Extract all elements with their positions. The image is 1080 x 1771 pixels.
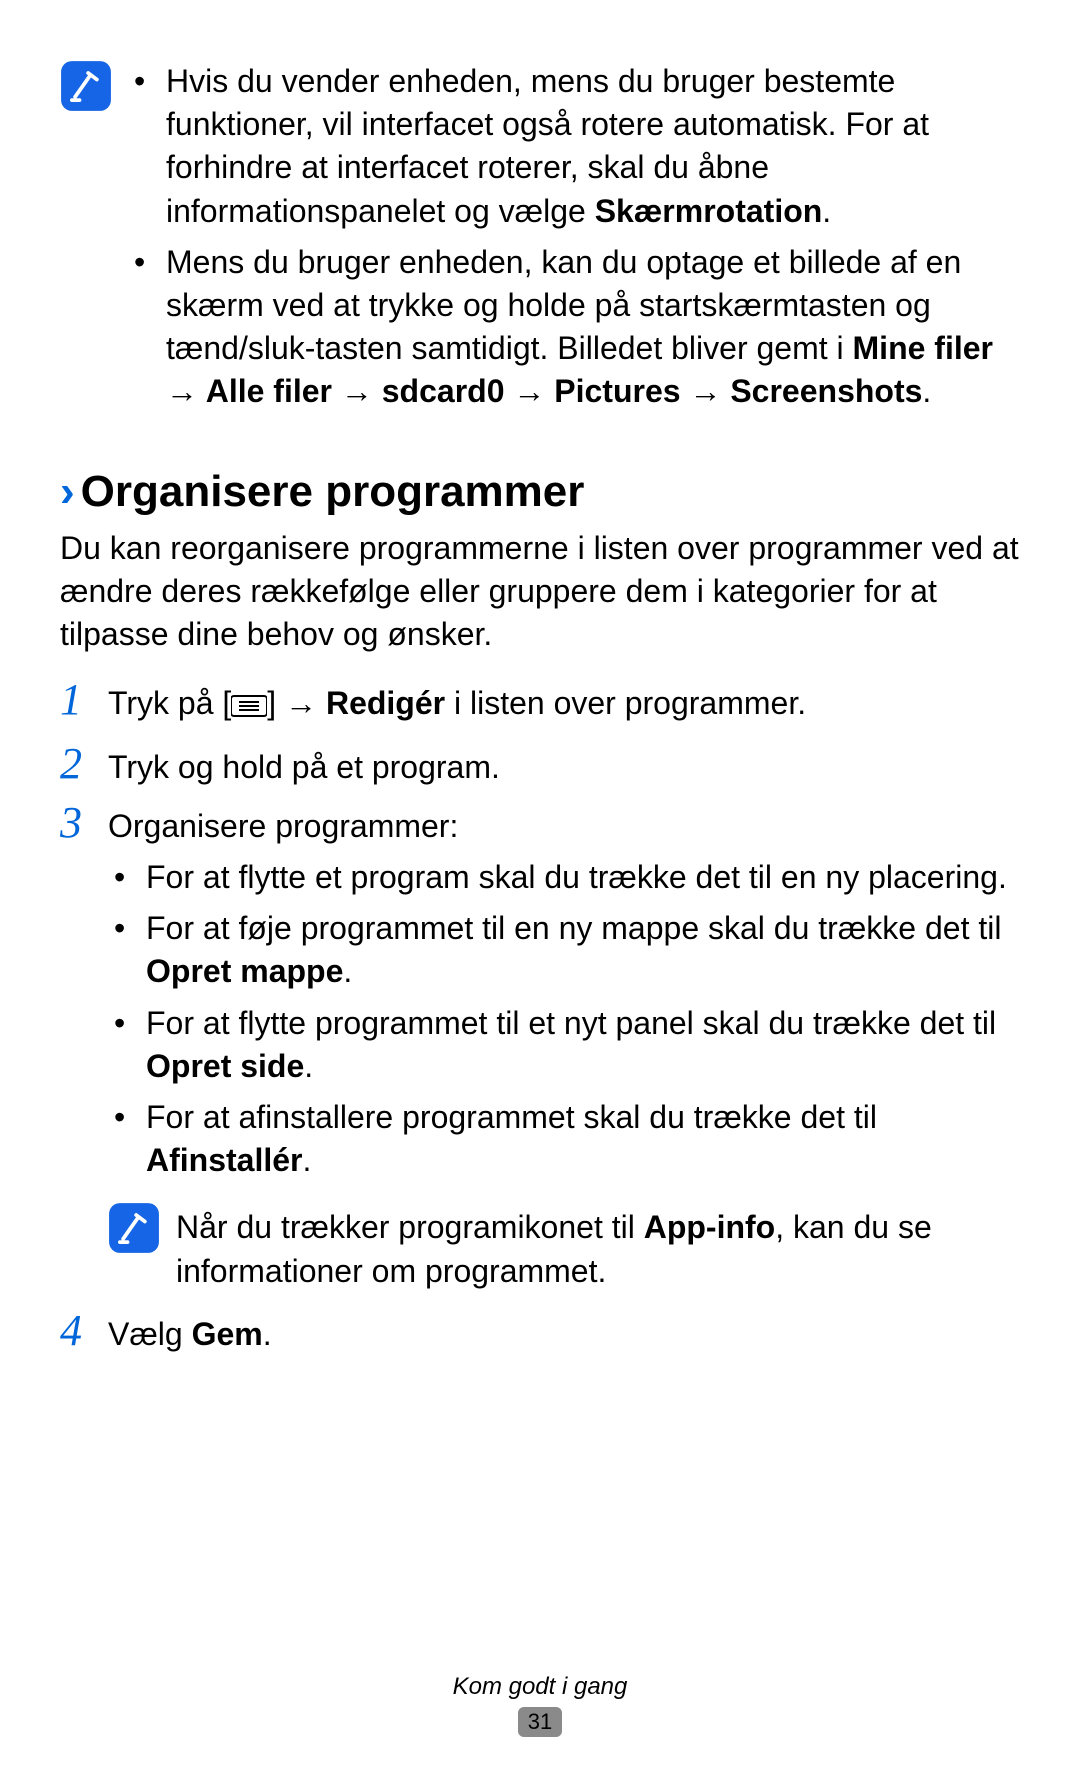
bold-text: Redigér: [326, 685, 445, 721]
text: Mens du bruger enheden, kan du optage et…: [166, 244, 961, 366]
text: i listen over programmer.: [445, 685, 806, 721]
sub-bullet: For at flytte et program skal du trække …: [146, 856, 1020, 899]
bold-text: App-info: [644, 1209, 776, 1245]
section-intro: Du kan reorganisere programmerne i liste…: [60, 527, 1020, 657]
menu-icon: [231, 686, 267, 729]
chevron-icon: ›: [60, 467, 75, 516]
step-number: 4: [60, 1307, 108, 1353]
text: .: [304, 1048, 313, 1084]
text: Når du trækker programikonet til: [176, 1209, 644, 1245]
step-number: 1: [60, 676, 108, 722]
text: .: [822, 193, 831, 229]
step-1: 1 Tryk på [ ] → Redigér i listen over pro…: [60, 676, 1020, 729]
section-heading: ›Organisere programmer: [60, 462, 1020, 521]
step-body: Vælg Gem.: [108, 1307, 1020, 1356]
step-body: Tryk og hold på et program.: [108, 740, 1020, 789]
text: For at flytte programmet til et nyt pane…: [146, 1005, 996, 1041]
note-block-top: Hvis du vender enheden, mens du bruger b…: [60, 60, 1020, 422]
step-body: Organisere programmer: For at flytte et …: [108, 799, 1020, 1191]
bold-text: Opret side: [146, 1048, 304, 1084]
sub-bullet: For at føje programmet til en ny mappe s…: [146, 907, 1020, 993]
sub-bullet: For at afinstallere programmet skal du t…: [146, 1096, 1020, 1182]
step-4: 4 Vælg Gem.: [60, 1307, 1020, 1356]
text: .: [302, 1142, 311, 1178]
note-body: Hvis du vender enheden, mens du bruger b…: [128, 60, 1020, 422]
text: .: [263, 1316, 272, 1352]
note-bullet: Mens du bruger enheden, kan du optage et…: [166, 241, 1020, 414]
bold-text: Afinstallér: [146, 1142, 302, 1178]
text: Vælg: [108, 1316, 192, 1352]
step-body: Tryk på [ ] → Redigér i listen over progr…: [108, 676, 1020, 729]
page-footer: Kom godt i gang 31: [0, 1673, 1080, 1737]
text: .: [922, 373, 931, 409]
note-icon: [60, 60, 118, 112]
note-body: Når du trækker programikonet til App-inf…: [176, 1202, 1020, 1292]
text: For at føje programmet til en ny mappe s…: [146, 910, 1001, 946]
step-3: 3 Organisere programmer: For at flytte e…: [60, 799, 1020, 1191]
text: For at flytte et program skal du trække …: [146, 859, 1007, 895]
text: For at afinstallere programmet skal du t…: [146, 1099, 877, 1135]
page-number-badge: 31: [518, 1707, 562, 1737]
heading-text: Organisere programmer: [81, 467, 585, 516]
text: ] →: [267, 685, 326, 721]
note-icon: [108, 1202, 166, 1254]
step-number: 2: [60, 740, 108, 786]
sub-bullet: For at flytte programmet til et nyt pane…: [146, 1002, 1020, 1088]
note-block-inner: Når du trækker programikonet til App-inf…: [108, 1202, 1020, 1292]
step-2: 2 Tryk og hold på et program.: [60, 740, 1020, 789]
text: Tryk på [: [108, 685, 231, 721]
note-bullet: Hvis du vender enheden, mens du bruger b…: [166, 60, 1020, 233]
chapter-name: Kom godt i gang: [0, 1673, 1080, 1701]
text: .: [343, 953, 352, 989]
step-number: 3: [60, 799, 108, 845]
step-lead: Organisere programmer:: [108, 805, 1020, 848]
bold-text: Skærmrotation: [595, 193, 823, 229]
bold-text: Gem: [192, 1316, 263, 1352]
bold-text: Opret mappe: [146, 953, 343, 989]
